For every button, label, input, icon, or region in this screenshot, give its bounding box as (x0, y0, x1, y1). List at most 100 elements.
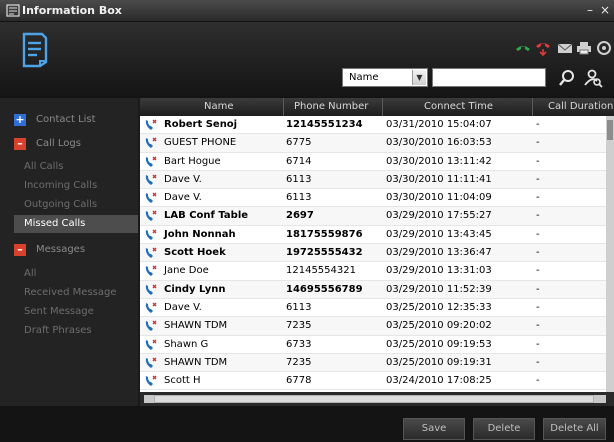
printer-icon[interactable] (576, 40, 592, 56)
magnifier-icon[interactable] (556, 67, 578, 89)
sidebar-item-missed-calls[interactable]: Missed Calls (14, 215, 138, 233)
collapse-icon[interactable]: – (14, 138, 26, 150)
phone-hangup-icon[interactable] (535, 40, 551, 57)
scrollbar-thumb[interactable] (154, 395, 594, 403)
cell-phone: 6113 (286, 192, 312, 204)
cell-connect-time: 03/29/2010 17:55:27 (386, 210, 492, 222)
footer-bar: Save Delete Delete All (0, 406, 614, 442)
close-button[interactable]: × (600, 3, 610, 17)
cell-call-duration: - (536, 247, 540, 259)
table-row[interactable]: Dave V. 6113 03/30/2010 11:11:41 - (140, 170, 606, 190)
cell-connect-time: 03/24/2010 17:08:25 (386, 375, 492, 387)
table-row[interactable]: Robert Senoj 12145551234 03/31/2010 15:04:… (140, 116, 606, 135)
column-header-phone[interactable]: Phone Number (294, 101, 368, 112)
missed-call-icon (144, 155, 158, 169)
table-row[interactable]: GUEST PHONE 6775 03/30/2010 16:03:53 - (140, 134, 606, 153)
column-divider[interactable] (532, 98, 533, 116)
cell-name: Scott H (164, 375, 201, 387)
delete-all-button[interactable]: Delete All (543, 418, 606, 440)
table-row[interactable]: Bart Hogue 6714 03/30/2010 13:11:42 - (140, 153, 606, 171)
cell-connect-time: 03/25/2010 12:35:33 (386, 301, 492, 313)
cell-name: Scott Hoek (164, 247, 226, 259)
column-divider[interactable] (382, 98, 383, 116)
cell-name: Shawn G (164, 338, 209, 350)
table-row[interactable]: SHAWN TDM 7235 03/25/2010 09:19:31 - (140, 353, 606, 373)
column-header-call-duration[interactable]: Call Duration (548, 101, 613, 112)
column-divider[interactable] (283, 98, 284, 116)
missed-call-icon (144, 136, 158, 150)
cell-connect-time: 03/31/2010 15:04:07 (386, 119, 492, 130)
cell-phone: 6714 (286, 155, 312, 167)
cell-name: SHAWN TDM (164, 356, 228, 368)
cell-call-duration: - (536, 356, 540, 368)
table-row[interactable]: Cindy Lynn 14695556789 03/29/2010 11:52:39… (140, 280, 606, 299)
cell-phone: 6113 (286, 301, 312, 313)
cell-phone: 7235 (286, 356, 312, 368)
column-header-connect-time[interactable]: Connect Time (424, 101, 493, 112)
sidebar-item-incoming-calls[interactable]: Incoming Calls (24, 180, 97, 191)
window-icon (6, 4, 20, 17)
table-row[interactable]: John Nonnah 18175559876 03/29/2010 13:43:4… (140, 226, 606, 245)
cell-phone: 19725555432 (286, 247, 363, 259)
sidebar-item-received-message[interactable]: Received Message (24, 287, 117, 298)
missed-call-icon (144, 319, 158, 333)
table-row[interactable]: Dave V. 6113 03/25/2010 12:35:33 - (140, 299, 606, 318)
chevron-down-icon[interactable]: ▼ (412, 70, 426, 85)
table-row[interactable]: Jane Doe 12145554321 03/29/2010 13:31:03 - (140, 262, 606, 281)
search-field-select[interactable]: Name ▼ (342, 68, 428, 87)
cell-phone: 12145554321 (286, 265, 356, 277)
search-input[interactable] (432, 68, 546, 87)
cell-name: LAB Conf Table (164, 210, 249, 222)
missed-call-icon (144, 374, 158, 388)
cell-phone: 12145551234 (286, 119, 363, 130)
cell-call-duration: - (536, 137, 540, 149)
cell-phone: 6778 (286, 375, 312, 387)
phone-answer-icon[interactable] (515, 40, 531, 56)
vertical-scrollbar[interactable] (606, 116, 614, 392)
cell-call-duration: - (536, 155, 540, 167)
sidebar-item-draft-phrases[interactable]: Draft Phrases (24, 325, 92, 336)
save-button[interactable]: Save (403, 418, 465, 440)
missed-call-icon (144, 118, 158, 132)
cell-connect-time: 03/30/2010 11:04:09 (386, 192, 492, 204)
cell-call-duration: - (536, 210, 540, 222)
table-row[interactable]: Scott Hoek 19725555432 03/29/2010 13:36:47… (140, 244, 606, 263)
sidebar-item-sent-message[interactable]: Sent Message (24, 306, 94, 317)
minimize-button[interactable]: – (587, 3, 593, 17)
cell-name: Cindy Lynn (164, 283, 226, 295)
missed-call-icon (144, 338, 158, 352)
table-row[interactable]: Dave V. 6113 03/30/2010 11:04:09 - (140, 189, 606, 208)
settings-icon[interactable] (596, 40, 612, 56)
table-row[interactable]: Shawn G 6733 03/25/2010 09:19:53 - (140, 336, 606, 354)
window-title: Information Box (22, 4, 122, 17)
collapse-icon[interactable]: – (14, 244, 26, 256)
cell-phone: 14695556789 (286, 283, 363, 295)
expand-icon[interactable]: + (14, 114, 26, 126)
person-search-icon[interactable] (582, 67, 604, 89)
missed-call-icon (144, 173, 158, 187)
scrollbar-thumb[interactable] (607, 120, 613, 140)
sidebar-section-label: Call Logs (36, 138, 81, 149)
horizontal-scrollbar[interactable] (140, 392, 614, 406)
search-field-value: Name (349, 72, 379, 83)
table-row[interactable]: SHAWN TDM 7235 03/25/2010 09:20:02 - (140, 317, 606, 336)
sidebar-item-all-calls[interactable]: All Calls (24, 161, 63, 172)
cell-name: Dave V. (164, 173, 202, 185)
table-header: Name Phone Number Connect Time Call Dura… (140, 98, 614, 116)
notepad-logo-icon (20, 32, 50, 68)
cell-name: Bart Hogue (164, 155, 221, 167)
cell-call-duration: - (536, 338, 540, 350)
cell-name: SHAWN TDM (164, 320, 228, 332)
cell-call-duration: - (536, 283, 540, 295)
table-row[interactable]: Scott H 6778 03/24/2010 17:08:25 - (140, 372, 606, 391)
cell-name: John Nonnah (164, 228, 236, 240)
delete-button[interactable]: Delete (473, 418, 535, 440)
envelope-icon[interactable] (557, 40, 573, 56)
table-row[interactable]: LAB Conf Table 2697 03/29/2010 17:55:27 - (140, 207, 606, 226)
column-header-name[interactable]: Name (204, 101, 234, 112)
sidebar-section-label: Messages (36, 244, 86, 255)
sidebar-item-all-messages[interactable]: All (24, 268, 36, 279)
sidebar-item-outgoing-calls[interactable]: Outgoing Calls (24, 199, 97, 210)
missed-call-icon (144, 228, 158, 242)
cell-connect-time: 03/29/2010 13:43:45 (386, 228, 492, 240)
